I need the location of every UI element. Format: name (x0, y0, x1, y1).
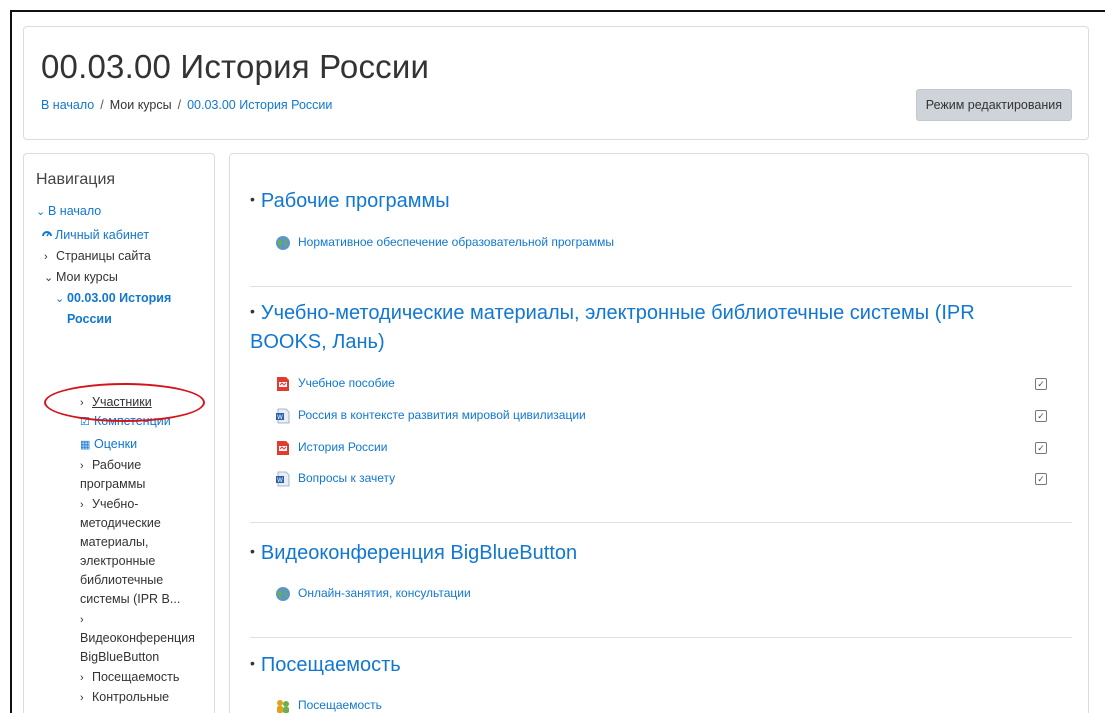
word-doc-icon: W (275, 471, 291, 487)
activity-online-classes[interactable]: Онлайн-занятия, консультации (275, 584, 471, 602)
nav-item-videoconf-label-cont: BigBlueButton (80, 650, 160, 664)
breadcrumb-home[interactable]: В начало (41, 98, 94, 112)
nav-item-videoconf-label: Видеоконференция (80, 631, 195, 645)
chevron-right-icon: › (80, 614, 84, 626)
pdf-icon (275, 376, 291, 392)
url-globe-icon (275, 586, 291, 602)
navigation-title: Навигация (36, 171, 116, 188)
activity-history-russia[interactable]: История России (275, 438, 387, 456)
section-title-attendance[interactable]: • Посещаемость (250, 652, 401, 680)
completion-checkbox[interactable]: ✓ (1035, 410, 1047, 422)
url-globe-icon (275, 235, 291, 251)
breadcrumb-course[interactable]: 00.03.00 История России (187, 98, 332, 112)
pdf-icon (275, 440, 291, 456)
section-divider (250, 286, 1072, 287)
chevron-down-icon: ⌄ (55, 293, 65, 305)
highlight-annotation-ellipse (44, 383, 205, 422)
chevron-right-icon: › (80, 672, 84, 684)
chevron-right-icon: › (44, 251, 48, 263)
activity-attendance[interactable]: Посещаемость (275, 696, 382, 713)
nav-item-current-course[interactable]: ⌄ 00.03.00 История (55, 290, 171, 308)
nav-item-study-materials[interactable]: › Учебно- (80, 496, 138, 514)
nav-item-control[interactable]: › Контрольные (80, 689, 169, 707)
nav-item-grades[interactable]: ▦ Оценки (80, 436, 137, 454)
dashboard-icon (41, 228, 55, 245)
section-title-study-materials[interactable]: • Учебно-методические материалы, электрон… (250, 300, 975, 328)
course-content: • Рабочие программы Нормативное обеспечен… (229, 153, 1089, 713)
nav-item-work-programs[interactable]: › Рабочие (80, 457, 141, 475)
chevron-right-icon: › (80, 499, 84, 511)
section-title-work-programs[interactable]: • Рабочие программы (250, 188, 450, 216)
window-frame-top (10, 10, 1105, 12)
breadcrumb-my-courses: Мои курсы (109, 98, 172, 112)
section-title-study-materials-cont[interactable]: BOOKS, Лань) (250, 329, 385, 356)
nav-item-my-courses[interactable]: ⌄ Мои курсы (44, 269, 118, 287)
nav-item-dashboard[interactable]: Личный кабинет (41, 227, 149, 245)
chevron-right-icon: › (80, 692, 84, 704)
completion-checkbox[interactable]: ✓ (1035, 442, 1047, 454)
svg-text:W: W (277, 477, 283, 484)
page-title: 00.03.00 История России (41, 48, 430, 85)
activity-textbook[interactable]: Учебное пособие (275, 374, 395, 392)
nav-item-work-programs-cont: программы (80, 477, 146, 491)
chevron-down-icon: ⌄ (36, 206, 46, 218)
navigation-block: Навигация ⌄ В начало Личный кабинет › Стра… (23, 153, 215, 713)
window-frame-left (10, 10, 12, 713)
nav-item-site-pages[interactable]: › Страницы сайта (44, 248, 151, 266)
nav-item-current-course-cont[interactable]: России (67, 311, 112, 328)
completion-checkbox[interactable]: ✓ (1035, 473, 1047, 485)
nav-item-study-materials-cont: системы (IPR B... (80, 592, 181, 606)
nav-item-attendance[interactable]: › Посещаемость (80, 669, 179, 687)
activity-russia-civilization[interactable]: W Россия в контексте развития мировой ци… (275, 406, 586, 424)
nav-item-study-materials-cont: материалы, (80, 535, 149, 549)
nav-item-videoconf[interactable]: › (80, 611, 92, 629)
nav-item-study-materials-cont: библиотечные (80, 573, 164, 587)
word-doc-icon: W (275, 408, 291, 424)
section-title-videoconf[interactable]: • Видеоконференция BigBlueButton (250, 540, 577, 568)
breadcrumb: В начало / Мои курсы/00.03.00 История Росс… (41, 98, 333, 112)
nav-item-home[interactable]: ⌄ В начало (36, 203, 101, 221)
nav-item-study-materials-cont: методические (80, 516, 161, 530)
attendance-icon (275, 698, 291, 713)
completion-checkbox[interactable]: ✓ (1035, 378, 1047, 390)
chevron-down-icon: ⌄ (44, 272, 54, 284)
chevron-right-icon: › (80, 460, 84, 472)
nav-item-study-materials-cont: электронные (80, 554, 156, 568)
page-header: 00.03.00 История России В начало / Мои кур… (23, 26, 1089, 140)
edit-mode-button[interactable]: Режим редактирования (915, 89, 1072, 121)
svg-text:W: W (277, 414, 283, 421)
table-icon: ▦ (80, 439, 91, 451)
section-divider (250, 637, 1072, 638)
activity-exam-questions[interactable]: W Вопросы к зачету (275, 469, 395, 487)
section-divider (250, 522, 1072, 523)
activity-normative[interactable]: Нормативное обеспечение образовательной … (275, 233, 614, 251)
